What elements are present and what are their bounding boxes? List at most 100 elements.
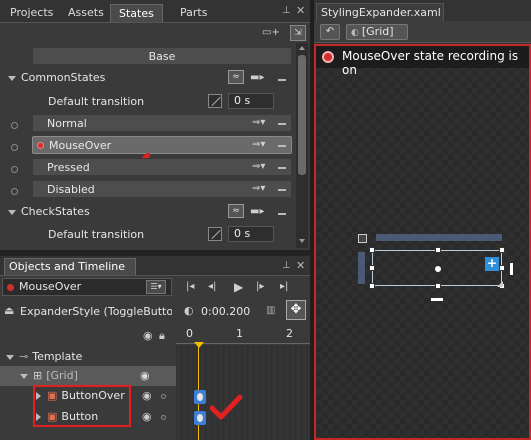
timeline-track-area[interactable] [176, 342, 310, 440]
resize-handle[interactable] [435, 283, 441, 289]
scope-up-icon[interactable]: ⏏ [4, 304, 14, 317]
tree-item-template[interactable]: ⊸ Template [6, 348, 174, 366]
breadcrumb[interactable]: ◐ [Grid] [346, 24, 408, 40]
add-transition-icon[interactable]: ▬▸ [250, 72, 264, 83]
remove-state-icon[interactable] [278, 167, 286, 169]
expand-icon[interactable] [36, 392, 41, 400]
tab-projects[interactable]: Projects [2, 4, 61, 22]
lock-toggle[interactable] [161, 394, 166, 399]
add-grid-plus-icon[interactable]: + [485, 257, 499, 271]
recording-banner: MouseOver state recording is on [316, 46, 529, 77]
grid-row-rail[interactable] [358, 252, 365, 284]
scroll-up-icon[interactable] [299, 46, 305, 50]
artboard[interactable]: MouseOver state recording is on + [314, 44, 531, 440]
eye-header-icon[interactable]: ◉ [143, 329, 153, 342]
close-panel-icon[interactable]: ✕ [296, 259, 305, 272]
record-keyframe-icon[interactable]: ◐ [184, 304, 194, 317]
state-indicator[interactable] [11, 144, 18, 151]
close-panel-icon[interactable]: ✕ [296, 4, 305, 17]
selected-element[interactable]: + [369, 247, 505, 289]
playhead-handle[interactable] [194, 342, 204, 348]
add-transition-icon[interactable]: ▬▸ [250, 206, 264, 217]
scrollbar-thumb[interactable] [298, 55, 306, 175]
ruler-label: 0 [186, 327, 193, 340]
transition-effect-icon[interactable]: ≈ [228, 204, 244, 218]
resize-handle[interactable] [369, 265, 375, 271]
tab-states[interactable]: States [110, 4, 163, 22]
expand-icon[interactable] [36, 413, 41, 421]
grid-column-rail[interactable] [376, 234, 502, 241]
objects-title: Objects and Timeline [4, 258, 136, 275]
grid-toggle-icon[interactable] [358, 234, 367, 243]
pin-icon[interactable]: ⊥ [282, 5, 291, 16]
add-transition-icon[interactable]: ⇒▾ [252, 117, 265, 128]
zoom-to-fit-icon[interactable]: ✥ [286, 300, 306, 320]
remove-group-icon[interactable] [278, 79, 286, 81]
tree-item-buttonover[interactable]: ▣ ButtonOver ◉ [36, 387, 176, 405]
prev-frame-icon[interactable]: ◂| [208, 281, 216, 292]
snap-icon[interactable]: ▥ [266, 305, 275, 316]
remove-state-icon[interactable] [278, 145, 286, 147]
states-scrollbar[interactable] [296, 43, 308, 248]
remove-group-icon[interactable] [278, 213, 286, 215]
remove-state-icon[interactable] [278, 189, 286, 191]
trim-icon[interactable]: ⇲ [290, 25, 306, 41]
pin-icon[interactable]: ⊥ [282, 260, 291, 271]
eye-icon[interactable]: ◉ [142, 408, 152, 426]
expand-icon[interactable] [6, 354, 14, 360]
tree-item-button[interactable]: ▣ Button ◉ [36, 408, 176, 426]
default-transition-input[interactable]: 0 s [228, 226, 274, 242]
center-point[interactable] [435, 266, 441, 272]
add-transition-icon[interactable]: ⇒▾ [252, 161, 265, 172]
resize-handle[interactable] [435, 247, 441, 253]
transition-effect-icon[interactable]: ≈ [228, 70, 244, 84]
expand-icon[interactable] [20, 373, 28, 379]
scroll-down-icon[interactable] [299, 239, 305, 243]
lock-header-icon[interactable]: 🔒︎ [159, 329, 165, 343]
side-adorner[interactable] [510, 263, 513, 275]
collapse-icon[interactable] [8, 209, 16, 215]
return-scope-icon[interactable]: ↶ [320, 24, 340, 40]
template-icon: ⊸ [19, 350, 29, 363]
state-indicator[interactable] [11, 188, 18, 195]
keyframe-buttonover[interactable] [194, 390, 206, 404]
eye-icon[interactable]: ◉ [140, 366, 150, 386]
lock-toggle[interactable] [161, 415, 166, 420]
easing-icon[interactable] [208, 94, 222, 108]
eye-icon[interactable]: ◉ [142, 387, 152, 405]
first-frame-icon[interactable]: |◂ [186, 281, 194, 292]
record-icon [322, 51, 334, 63]
resize-handle[interactable] [499, 247, 505, 253]
easing-icon[interactable] [208, 227, 222, 241]
state-label: MouseOver [49, 139, 112, 152]
next-frame-icon[interactable]: |▸ [256, 281, 264, 292]
keyframe-button[interactable] [194, 411, 206, 425]
default-transition-input[interactable]: 0 s [228, 93, 274, 109]
timeline-ruler[interactable]: 0 1 2 [176, 324, 310, 344]
bottom-adorner[interactable] [431, 298, 443, 301]
resize-grip[interactable] [497, 281, 503, 287]
resize-handle[interactable] [499, 265, 505, 271]
add-state-group-icon[interactable]: ▭+ [262, 27, 280, 38]
resize-handle[interactable] [369, 247, 375, 253]
remove-state-icon[interactable] [278, 123, 286, 125]
recording-status-text: MouseOver state recording is on [342, 49, 519, 77]
last-frame-icon[interactable]: ▸| [280, 281, 288, 292]
storyboard-options-icon[interactable]: ☰▾ [146, 280, 166, 294]
state-indicator[interactable] [11, 122, 18, 129]
tab-assets[interactable]: Assets [60, 4, 112, 22]
time-display[interactable]: 0:00.200 [201, 305, 250, 318]
add-transition-icon[interactable]: ⇒▾ [252, 183, 265, 194]
tab-parts[interactable]: Parts [172, 4, 215, 22]
storyboard-name: MouseOver [19, 280, 82, 293]
document-tab[interactable]: StylingExpander.xaml [316, 3, 444, 21]
document-area: StylingExpander.xaml ↶ ◐ [Grid] MouseOver… [314, 0, 531, 440]
collapse-icon[interactable] [8, 75, 16, 81]
state-indicator[interactable] [11, 166, 18, 173]
tree-item-grid[interactable]: ⊞ [Grid] ◉ [0, 366, 176, 386]
play-icon[interactable]: ▶ [234, 280, 243, 294]
resize-handle[interactable] [369, 283, 375, 289]
add-transition-icon[interactable]: ⇒▾ [252, 139, 265, 150]
state-base[interactable]: Base [32, 47, 292, 65]
default-transition-label: Default transition [48, 228, 145, 241]
